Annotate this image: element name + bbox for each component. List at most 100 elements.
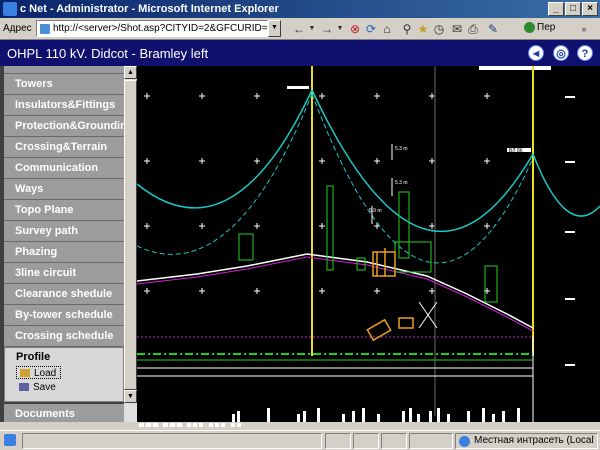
sidebar-item-crossing-terrain[interactable]: Crossing&Terrain <box>4 137 124 158</box>
page-icon <box>40 24 50 34</box>
go-label: Пер <box>537 22 556 34</box>
load-label: Load <box>34 368 57 379</box>
favorites-icon[interactable]: ★ <box>416 21 430 37</box>
profile-tick <box>317 408 320 422</box>
search-icon[interactable]: ⚲ <box>400 21 414 37</box>
address-bar: Адрес http://<server>/Shot.asp?CITYID=2&… <box>0 18 600 40</box>
conductor-upper-right <box>532 153 600 217</box>
load-button[interactable]: Load <box>16 366 62 379</box>
building <box>372 248 396 277</box>
back-icon[interactable]: ← <box>292 21 306 37</box>
home-icon[interactable]: ⌂ <box>380 21 394 37</box>
status-cell <box>353 433 379 449</box>
sidebar-item-communication[interactable]: Communication <box>4 158 124 179</box>
sidebar-item-phazing[interactable]: Phazing <box>4 242 124 263</box>
profile-tick <box>342 414 345 422</box>
save-icon <box>19 383 29 392</box>
page-status-icon <box>4 434 16 446</box>
span-label-2: 5.3 m <box>395 180 408 186</box>
zone-label: Местная интрасеть (Local intranet) <box>474 435 597 446</box>
sidebar-item-ways[interactable]: Ways <box>4 179 124 200</box>
history-icon[interactable]: ◷ <box>432 21 446 37</box>
sidebar-item-hidden[interactable] <box>4 66 124 74</box>
ie-icon <box>3 2 17 16</box>
sidebar-item-crossing-schedule[interactable]: Crossing schedule <box>4 326 124 347</box>
sidebar-item-towers[interactable]: Towers <box>4 74 124 95</box>
status-cell <box>325 433 351 449</box>
sidebar-item-documents[interactable]: Documents <box>4 404 124 422</box>
sidebar-menu: Towers Insulators&Fittings Protection&Gr… <box>4 66 124 422</box>
sidebar-item-insulators[interactable]: Insulators&Fittings <box>4 95 124 116</box>
profile-tick <box>429 411 432 422</box>
chevron-down-icon[interactable]: ▼ <box>308 21 316 37</box>
line-profile-drawing: ВЛ 8К 5.3 m 5.3 m 5.9 m <box>136 66 600 422</box>
profile-tick <box>352 411 355 422</box>
status-cell <box>409 433 453 449</box>
sidebar-item-by-tower-schedule[interactable]: By-tower schedule <box>4 305 124 326</box>
drawing-toolbar[interactable] <box>137 420 277 430</box>
profile-tick <box>377 414 380 422</box>
sidebar-scrollbar[interactable]: ▲ ▼ <box>124 66 137 422</box>
globe-icon[interactable]: ◎ <box>553 45 569 61</box>
sidebar-item-survey-path[interactable]: Survey path <box>4 221 124 242</box>
scale-bar <box>479 66 551 70</box>
address-dropdown-button[interactable]: ▼ <box>268 20 281 37</box>
minimize-button[interactable]: _ <box>548 2 564 16</box>
sidebar-item-topo-plane[interactable]: Topo Plane <box>4 200 124 221</box>
stop-icon[interactable]: ⊗ <box>348 21 362 37</box>
profile-tick <box>502 411 505 422</box>
folder-open-icon <box>20 369 30 378</box>
status-bar: Местная интрасеть (Local intranet) <box>0 430 600 450</box>
scroll-down-icon[interactable]: ▼ <box>124 390 137 403</box>
scrollbar-thumb[interactable] <box>124 80 137 390</box>
go-button[interactable]: Пер <box>524 22 555 33</box>
security-zone: Местная интрасеть (Local intranet) <box>455 433 598 449</box>
close-button[interactable]: × <box>582 2 598 16</box>
tower-top-label <box>287 86 309 89</box>
address-url: http://<server>/Shot.asp?CITYID=2&GFCURI… <box>53 23 268 34</box>
maximize-button[interactable]: □ <box>565 2 581 16</box>
profile-panel: Profile Load Save <box>4 347 124 402</box>
axis-mark <box>565 298 575 300</box>
profile-tick <box>303 411 306 422</box>
profile-tick <box>417 414 420 422</box>
sidebar-item-protection[interactable]: Protection&Grounding <box>4 116 124 137</box>
axis-mark <box>565 231 575 233</box>
conductor-upper-span <box>311 89 534 232</box>
navigation-icons[interactable] <box>137 420 277 430</box>
back-nav-icon[interactable]: ◄ <box>528 45 544 61</box>
sidebar-item-3line-circuit[interactable]: 3line circuit <box>4 263 124 284</box>
profile-tick <box>482 408 485 422</box>
help-icon[interactable]: ? <box>577 45 593 61</box>
axis-mark <box>565 161 575 163</box>
scroll-up-icon[interactable]: ▲ <box>124 66 137 79</box>
axis-mark <box>565 96 575 98</box>
conductor-lower-span <box>311 93 534 264</box>
mail-icon[interactable]: ✉ <box>450 21 464 37</box>
profile-tick <box>492 414 495 422</box>
address-label: Адрес <box>3 23 32 34</box>
app-header: OHPL 110 kV. Didcot - Bramley left ◄ ◎ ? <box>0 40 600 66</box>
sidebar: Towers Insulators&Fittings Protection&Gr… <box>0 66 137 422</box>
save-label: Save <box>33 382 56 393</box>
edit-icon[interactable]: ✎ <box>486 21 500 37</box>
address-input[interactable]: http://<server>/Shot.asp?CITYID=2&GFCURI… <box>36 20 268 37</box>
sidebar-item-clearance-schedule[interactable]: Clearance shedule <box>4 284 124 305</box>
print-icon[interactable]: ⎙ <box>466 21 480 37</box>
save-button[interactable]: Save <box>16 381 123 394</box>
window-title: c Net - Administrator - Microsoft Intern… <box>20 3 279 15</box>
conductor-lower-left <box>136 93 313 255</box>
links-icon[interactable]: » <box>575 21 593 37</box>
profile-tick <box>297 414 300 422</box>
span-label-1: 5.3 m <box>395 146 408 152</box>
profile-drawing-area[interactable]: ВЛ 8К 5.3 m 5.3 m 5.9 m <box>136 66 600 422</box>
right-tag-text: ВЛ 8К <box>509 148 523 154</box>
window-title-bar: c Net - Administrator - Microsoft Intern… <box>0 0 600 18</box>
refresh-icon[interactable]: ⟳ <box>364 21 378 37</box>
forward-icon[interactable]: → <box>320 21 334 37</box>
go-arrow-icon <box>524 22 535 33</box>
profile-tick <box>467 411 470 422</box>
conductor-upper-left <box>136 89 313 209</box>
profile-tick <box>517 408 520 422</box>
chevron-down-icon[interactable]: ▼ <box>336 21 344 37</box>
